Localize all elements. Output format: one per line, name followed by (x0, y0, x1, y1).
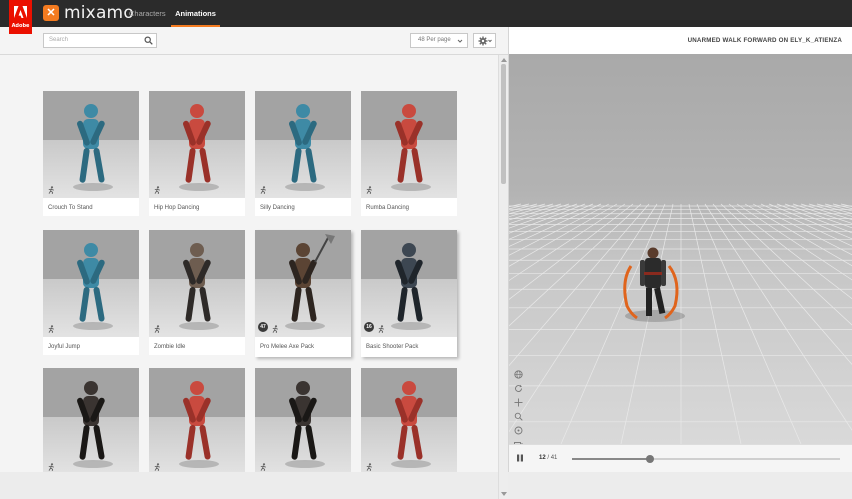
timeline-knob[interactable] (645, 455, 654, 463)
animation-label: Crouch To Stand (48, 205, 93, 211)
settings-dropdown-button[interactable] (473, 33, 496, 48)
tab-animations[interactable]: Animations (171, 0, 220, 27)
animation-label: Joyful Jump (48, 344, 81, 350)
animation-thumbnail[interactable] (43, 230, 139, 337)
animation-thumbnail[interactable] (149, 91, 245, 198)
preview-panel: UNARMED WALK FORWARD ON ELY_K_ATIENZA 12… (508, 27, 852, 472)
gear-icon (478, 36, 492, 46)
playback-bar: 12 / 41 (509, 444, 852, 472)
pan-icon[interactable] (514, 394, 523, 407)
animation-thumbnail[interactable]: 47 (255, 230, 351, 337)
scroll-thumb[interactable] (501, 64, 506, 184)
grid-scrollbar[interactable] (498, 55, 508, 499)
camera-icon[interactable] (514, 436, 523, 444)
animation-label: Silly Dancing (260, 205, 295, 211)
animation-card[interactable]: Silly Dancing (255, 91, 351, 216)
animation-type-icon (260, 463, 266, 471)
animation-thumbnail[interactable] (255, 368, 351, 472)
animation-thumbnail[interactable] (43, 91, 139, 198)
rotate-icon[interactable] (514, 380, 523, 392)
animation-card[interactable]: 47 Pro Melee Axe Pack (255, 230, 351, 357)
view-tools (514, 366, 523, 444)
3d-viewport[interactable] (509, 54, 852, 444)
pause-icon[interactable] (516, 454, 524, 462)
animation-type-icon (154, 186, 160, 194)
globe-icon[interactable] (514, 366, 523, 379)
scroll-up-icon[interactable] (501, 57, 507, 62)
animation-type-icon (154, 463, 160, 471)
animation-card[interactable]: Crouch To Stand (43, 91, 139, 216)
animation-browser: Search 48 Per page Crouch To Stand Hip Ho… (0, 27, 508, 499)
animation-type-icon (378, 325, 384, 333)
animation-card[interactable]: Standing Torch Light Torch (43, 368, 139, 472)
animation-card[interactable]: Female Dynamic Pose (361, 368, 457, 472)
tab-characters[interactable]: Characters (129, 0, 166, 27)
animation-card[interactable]: Joyful Jump (43, 230, 139, 355)
animation-card[interactable]: Rumba Dancing (361, 91, 457, 216)
pack-count-badge: 16 (364, 322, 374, 332)
animation-grid: Crouch To Stand Hip Hop Dancing Silly Danc… (0, 55, 498, 472)
animation-type-icon (260, 186, 266, 194)
mixamo-logo-icon: ✕ (43, 5, 59, 21)
search-icon[interactable] (144, 36, 153, 45)
search-input[interactable]: Search (43, 33, 157, 48)
adobe-label: Adobe (11, 23, 30, 29)
floor-grid (509, 203, 852, 444)
animation-label: Pro Melee Axe Pack (260, 344, 315, 350)
adobe-logo[interactable]: Adobe (9, 0, 32, 34)
animation-thumbnail[interactable] (149, 368, 245, 472)
animation-thumbnail[interactable] (361, 91, 457, 198)
animation-thumbnail[interactable] (149, 230, 245, 337)
animation-type-icon (48, 186, 54, 194)
animation-label: Rumba Dancing (366, 205, 410, 211)
animation-card[interactable]: Zombie Idle (149, 230, 245, 355)
animation-type-icon (366, 186, 372, 194)
animation-type-icon (48, 325, 54, 333)
animation-label: Hip Hop Dancing (154, 205, 200, 211)
zoom-icon[interactable] (514, 408, 523, 421)
animation-type-icon (154, 325, 160, 333)
animation-type-icon (366, 463, 372, 471)
search-placeholder: Search (49, 37, 69, 43)
animation-card[interactable]: Catwalk Walk Turn 180 Tight (255, 368, 351, 472)
preview-character (623, 247, 685, 322)
total-frames: 41 (550, 455, 558, 461)
animation-type-icon (48, 463, 54, 471)
per-page-value: 48 Per page (418, 37, 451, 43)
timeline-slider[interactable] (572, 455, 840, 463)
animation-label: Basic Shooter Pack (366, 344, 419, 350)
pack-count-badge: 47 (258, 322, 268, 332)
per-page-select[interactable]: 48 Per page (410, 33, 468, 48)
animation-card[interactable]: Female Standing Pose (149, 368, 245, 472)
chevron-down-icon (457, 39, 463, 43)
current-frame: 12 (539, 455, 546, 461)
top-nav: Adobe ✕ mixamo Characters Animations (0, 0, 852, 34)
timeline-progress (572, 458, 650, 460)
mixamo-brand[interactable]: ✕ mixamo (43, 3, 134, 23)
reset-view-icon[interactable] (514, 422, 523, 435)
animation-card[interactable]: Hip Hop Dancing (149, 91, 245, 216)
scroll-down-icon[interactable] (501, 492, 507, 497)
animation-card[interactable]: 16 Basic Shooter Pack (361, 230, 457, 357)
animation-thumbnail[interactable] (361, 368, 457, 472)
animation-thumbnail[interactable] (43, 368, 139, 472)
animation-type-icon (272, 325, 278, 333)
animation-label: Zombie Idle (154, 344, 186, 350)
animation-thumbnail[interactable]: 16 (361, 230, 457, 337)
adobe-icon (14, 6, 27, 18)
preview-title: UNARMED WALK FORWARD ON ELY_K_ATIENZA (687, 37, 842, 44)
brand-name: mixamo (64, 3, 134, 23)
animation-thumbnail[interactable] (255, 91, 351, 198)
frame-counter: 12 / 41 (539, 455, 558, 461)
